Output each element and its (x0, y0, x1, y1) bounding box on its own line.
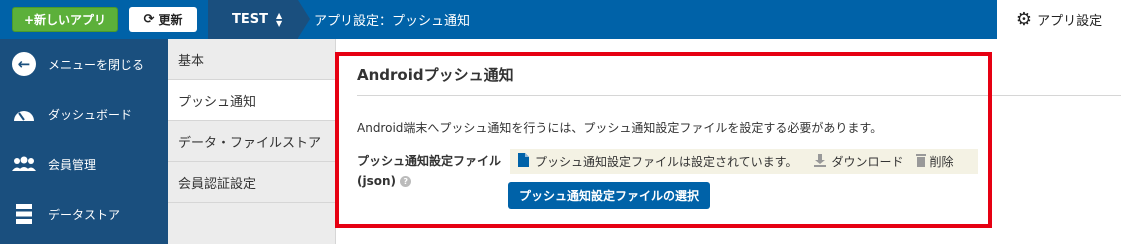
sidebar-item-close-menu[interactable]: ← メニューを閉じる (0, 39, 168, 89)
sidebar-item-label: ダッシュボード (48, 107, 133, 122)
gauge-icon (0, 105, 48, 123)
app-settings-label: アプリ設定 (1037, 14, 1103, 29)
sidebar-item-label: メニューを閉じる (48, 57, 145, 72)
new-app-button[interactable]: +新しいアプリ (12, 7, 118, 32)
settings-subnav: 基本 プッシュ通知 データ・ファイルストア 会員認証設定 (168, 39, 336, 244)
sidebar-item-datastore[interactable]: データストア (0, 189, 168, 239)
sidebar-item-label: 会員管理 (48, 157, 97, 172)
users-icon (0, 156, 48, 172)
refresh-button[interactable]: ⟳ 更新 (129, 7, 197, 32)
app-name: TEST (232, 12, 268, 27)
subnav-item-auth[interactable]: 会員認証設定 (168, 162, 335, 203)
subnav-item-filestore[interactable]: データ・ファイルストア (168, 121, 335, 162)
refresh-label: 更新 (158, 13, 183, 27)
sidebar-item-dashboard[interactable]: ダッシュボード (0, 89, 168, 139)
sidebar-item-label: データストア (48, 207, 121, 222)
app-selector[interactable]: TEST ▲ ▼ (208, 0, 311, 39)
breadcrumb: アプリ設定：プッシュ通知 (314, 14, 471, 29)
highlight-box (335, 52, 992, 228)
sidebar-item-members[interactable]: 会員管理 (0, 139, 168, 189)
top-bar: +新しいアプリ ⟳ 更新 TEST ▲ ▼ アプリ設定：プッシュ通知 ⚙ アプリ設… (0, 0, 1121, 39)
refresh-icon: ⟳ (143, 12, 155, 27)
sidebar: ← メニューを閉じる ダッシュボード 会員管理 データストア (0, 39, 168, 244)
app-settings-link[interactable]: ⚙ アプリ設定 (997, 0, 1121, 39)
subnav-item-basic[interactable]: 基本 (168, 39, 335, 80)
updown-arrow-icon: ▲ ▼ (275, 10, 283, 28)
subnav-item-push[interactable]: プッシュ通知 (168, 80, 335, 121)
gear-icon: ⚙ (1015, 8, 1033, 30)
database-icon (0, 203, 48, 225)
arrow-left-circle-icon: ← (0, 52, 48, 76)
